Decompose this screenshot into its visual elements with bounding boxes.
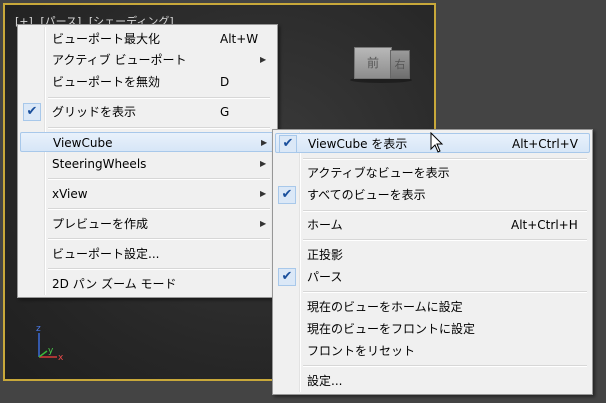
menu-item-maximize-viewport[interactable]: ビューポート最大化 Alt+W [20, 29, 275, 49]
menu-item-label: 設定... [307, 374, 343, 388]
menu-item-show-all-views[interactable]: ✔ すべてのビューを表示 [275, 185, 590, 205]
menu-item-label: すべてのビューを表示 [307, 188, 426, 202]
menu-item-label: 現在のビューをフロントに設定 [307, 322, 476, 336]
submenu-arrow-icon: ▶ [261, 138, 268, 147]
axis-z-label: z [36, 324, 41, 334]
menu-item-active-viewport[interactable]: アクティブ ビューポート ▶ [20, 50, 275, 70]
submenu-arrow-icon: ▶ [260, 219, 267, 228]
menu-item-label: ViewCube [53, 136, 113, 150]
menu-item-label: ビューポート最大化 [52, 32, 161, 46]
menu-separator [303, 210, 587, 212]
menu-item-label: プレビューを作成 [52, 217, 149, 231]
menu-separator [48, 127, 270, 129]
axis-y-label: y [48, 346, 54, 356]
menu-item-label: xView [52, 187, 88, 201]
axis-x-label: x [58, 353, 64, 363]
menu-item-show-active-view[interactable]: アクティブなビューを表示 [275, 163, 590, 183]
menu-item-label: フロントをリセット [307, 344, 416, 358]
menu-item-show-grid[interactable]: ✔ グリッドを表示 G [20, 102, 275, 122]
menu-item-set-current-as-home[interactable]: 現在のビューをホームに設定 [275, 297, 590, 317]
menu-item-label: 2D パン ズーム モード [52, 277, 177, 291]
menu-separator [303, 239, 587, 241]
submenu-arrow-icon: ▶ [260, 189, 267, 198]
menu-separator [48, 268, 270, 270]
menu-item-home[interactable]: ホーム Alt+Ctrl+H [275, 215, 590, 235]
menu-separator [303, 365, 587, 367]
viewcube[interactable]: 前 右 [350, 45, 412, 83]
menu-item-label: 現在のビューをホームに設定 [307, 300, 463, 314]
menu-item-reset-front[interactable]: フロントをリセット [275, 341, 590, 361]
menu-item-label: アクティブ ビューポート [52, 53, 187, 67]
checkmark-icon: ✔ [278, 268, 296, 286]
menu-item-label: アクティブなビューを表示 [307, 166, 450, 180]
checkmark-icon: ✔ [23, 103, 41, 121]
menu-separator [48, 238, 270, 240]
menu-item-shortcut: Alt+Ctrl+H [511, 218, 578, 232]
menu-item-label: グリッドを表示 [52, 105, 137, 119]
menu-item-create-preview[interactable]: プレビューを作成 ▶ [20, 214, 275, 234]
menu-item-shortcut: G [220, 105, 230, 119]
menu-item-shortcut: Alt+W [220, 32, 259, 46]
menu-item-2d-pan-zoom[interactable]: 2D パン ズーム モード [20, 274, 275, 294]
menu-item-label: ビューポート設定... [52, 247, 160, 261]
mouse-cursor-icon [430, 132, 444, 153]
menu-separator [48, 208, 270, 210]
menu-item-label: ViewCube を表示 [308, 137, 408, 151]
menu-separator [303, 158, 587, 160]
menu-item-label: SteeringWheels [52, 157, 147, 171]
submenu-arrow-icon: ▶ [260, 55, 267, 64]
menu-separator [48, 97, 270, 99]
menu-separator [48, 178, 270, 180]
menu-item-viewport-settings[interactable]: ビューポート設定... [20, 244, 275, 264]
menu-separator [303, 291, 587, 293]
viewcube-submenu: ✔ ViewCube を表示 Alt+Ctrl+V アクティブなビューを表示 ✔… [272, 129, 593, 395]
menu-item-disable-viewport[interactable]: ビューポートを無効 D [20, 72, 275, 92]
viewport-context-menu: ビューポート最大化 Alt+W アクティブ ビューポート ▶ ビューポートを無効… [17, 24, 278, 298]
menu-item-label: パース [307, 270, 343, 284]
viewcube-right-face[interactable]: 右 [390, 50, 410, 79]
menu-item-label: ホーム [307, 218, 343, 232]
menu-item-orthographic[interactable]: 正投影 [275, 245, 590, 265]
submenu-arrow-icon: ▶ [260, 159, 267, 168]
checkmark-icon: ✔ [279, 135, 297, 153]
menu-item-steeringwheels[interactable]: SteeringWheels ▶ [20, 154, 275, 174]
menu-item-label: ビューポートを無効 [52, 75, 161, 89]
menu-item-shortcut: D [220, 75, 230, 89]
menu-item-perspective[interactable]: ✔ パース [275, 267, 590, 287]
menu-item-xview[interactable]: xView ▶ [20, 184, 275, 204]
menu-item-viewcube-settings[interactable]: 設定... [275, 371, 590, 391]
menu-item-shortcut: Alt+Ctrl+V [512, 137, 578, 151]
viewcube-front-face[interactable]: 前 [354, 47, 392, 79]
axis-tripod-icon: z x y [36, 324, 64, 363]
checkmark-icon: ✔ [278, 186, 296, 204]
menu-item-viewcube[interactable]: ViewCube ▶ [20, 132, 275, 152]
menu-item-set-current-as-front[interactable]: 現在のビューをフロントに設定 [275, 319, 590, 339]
menu-item-label: 正投影 [307, 248, 344, 262]
